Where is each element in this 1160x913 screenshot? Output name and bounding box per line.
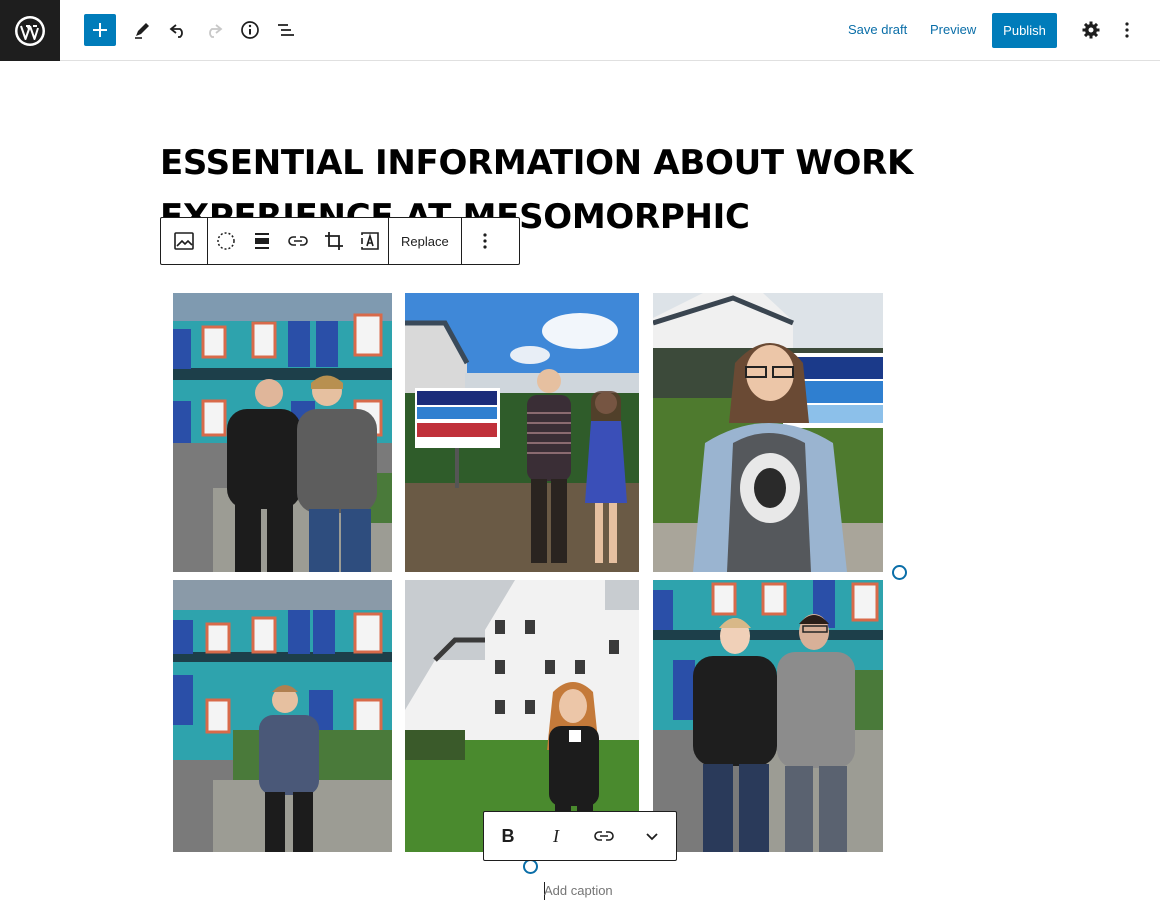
chevron-down-icon bbox=[646, 833, 658, 841]
resize-handle-bottom[interactable] bbox=[523, 859, 538, 874]
settings-button[interactable] bbox=[1075, 14, 1107, 46]
list-view-icon bbox=[278, 24, 294, 36]
publish-button[interactable]: Publish bbox=[992, 13, 1057, 48]
photo-two-young-men bbox=[653, 580, 883, 852]
block-options-button[interactable] bbox=[462, 218, 508, 264]
gallery-image[interactable] bbox=[653, 580, 883, 852]
preview-button[interactable]: Preview bbox=[930, 22, 976, 37]
wordpress-icon bbox=[15, 15, 45, 46]
pencil-icon bbox=[135, 23, 149, 39]
details-button[interactable] bbox=[234, 14, 266, 46]
format-toolbar: B I bbox=[483, 811, 677, 861]
gallery-image[interactable] bbox=[173, 580, 392, 852]
text-over-image-button[interactable] bbox=[352, 218, 388, 264]
gallery-image[interactable] bbox=[653, 293, 883, 572]
more-vertical-icon bbox=[483, 233, 487, 249]
block-toolbar: Replace bbox=[160, 217, 520, 265]
crop-button[interactable] bbox=[316, 218, 352, 264]
link-button[interactable] bbox=[580, 812, 628, 860]
link-icon bbox=[288, 236, 308, 246]
image-icon bbox=[174, 232, 194, 250]
replace-button[interactable]: Replace bbox=[389, 218, 461, 264]
redo-icon bbox=[209, 24, 223, 38]
bold-button[interactable]: B bbox=[484, 812, 532, 860]
photo-girl-glasses bbox=[653, 293, 883, 572]
more-formats-button[interactable] bbox=[628, 812, 676, 860]
italic-button[interactable]: I bbox=[532, 812, 580, 860]
text-over-image-icon bbox=[361, 232, 379, 250]
gallery-caption-input[interactable]: Add caption bbox=[544, 883, 613, 898]
align-button[interactable] bbox=[244, 218, 280, 264]
photo-two-boys bbox=[173, 293, 392, 572]
tools-button[interactable] bbox=[126, 14, 158, 46]
more-vertical-icon bbox=[1125, 22, 1129, 38]
replace-group: Replace bbox=[389, 218, 462, 264]
gallery-image[interactable] bbox=[405, 293, 639, 572]
image-tools-group bbox=[208, 218, 389, 264]
save-draft-button[interactable]: Save draft bbox=[848, 22, 907, 37]
undo-button[interactable] bbox=[162, 14, 194, 46]
redo-button[interactable] bbox=[198, 14, 230, 46]
photo-boy-building bbox=[173, 580, 392, 852]
options-button[interactable] bbox=[1111, 14, 1143, 46]
block-switcher-group bbox=[161, 218, 208, 264]
add-block-button[interactable] bbox=[84, 14, 116, 46]
resize-handle-right[interactable] bbox=[892, 565, 907, 580]
info-icon bbox=[241, 21, 259, 39]
crop-icon bbox=[325, 232, 343, 250]
gear-icon bbox=[1082, 21, 1100, 39]
duotone-button[interactable] bbox=[208, 218, 244, 264]
wordpress-logo-button[interactable] bbox=[0, 0, 60, 61]
align-wide-icon bbox=[255, 233, 269, 249]
plus-icon bbox=[93, 23, 107, 37]
link-icon bbox=[594, 831, 614, 841]
list-view-button[interactable] bbox=[270, 14, 302, 46]
image-gallery[interactable] bbox=[173, 293, 883, 852]
gallery-image[interactable] bbox=[173, 293, 392, 572]
editor-header: Save draft Preview Publish bbox=[0, 0, 1160, 61]
photo-boy-girl-sign bbox=[405, 293, 639, 572]
block-type-button[interactable] bbox=[161, 218, 207, 264]
duotone-icon bbox=[217, 232, 235, 250]
link-button[interactable] bbox=[280, 218, 316, 264]
undo-icon bbox=[169, 24, 183, 38]
block-options-group bbox=[462, 218, 508, 264]
